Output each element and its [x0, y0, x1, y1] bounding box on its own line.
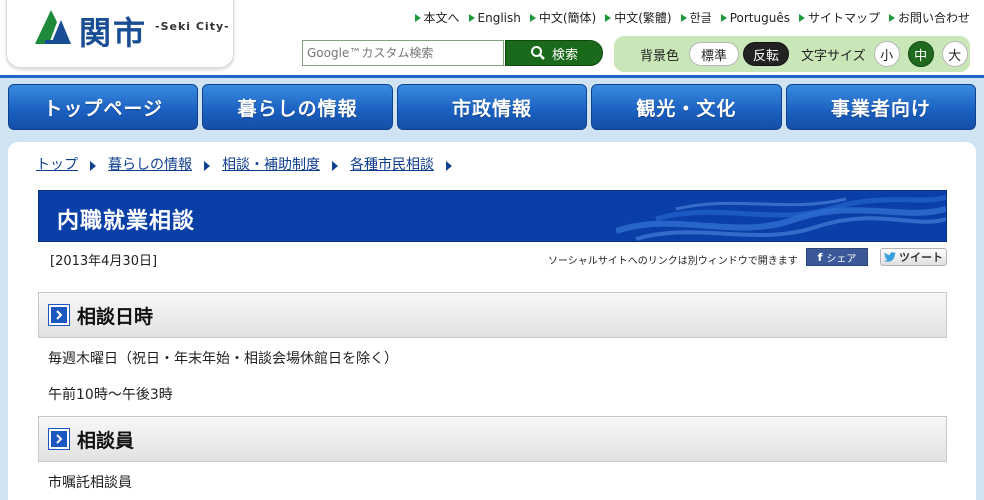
- search-icon: [530, 46, 545, 60]
- text-size-large-button[interactable]: 大: [941, 41, 968, 67]
- search-input[interactable]: [302, 40, 504, 66]
- breadcrumb-top[interactable]: トップ: [36, 154, 78, 174]
- tweet-label: ツイート: [899, 251, 943, 264]
- bg-invert-button[interactable]: 反転: [743, 42, 790, 66]
- nav-living-info[interactable]: 暮らしの情報: [202, 84, 393, 130]
- arrow-icon: [529, 13, 536, 22]
- main-content: トップ 暮らしの情報 相談・補助制度 各種市民相談 内職就業相談 [2013年4…: [8, 142, 976, 500]
- section-title: 相談員: [77, 429, 135, 452]
- breadcrumb: トップ 暮らしの情報 相談・補助制度 各種市民相談: [36, 154, 464, 174]
- bg-standard-button[interactable]: 標準: [689, 42, 740, 66]
- site-logo[interactable]: 関市 -Seki City-: [6, 0, 234, 68]
- arrow-icon: [888, 13, 895, 22]
- link-chinese-simplified[interactable]: 中文(簡体): [529, 9, 596, 26]
- logo-kanji: 関市: [79, 14, 148, 52]
- section-text: 毎週木曜日（祝日・年末年始・相談会場休館日を除く）: [48, 351, 398, 367]
- seki-city-emblem-icon: [35, 10, 71, 44]
- link-sitemap[interactable]: サイトマップ: [798, 9, 880, 26]
- wave-decoration: [616, 194, 946, 241]
- nav-city-admin[interactable]: 市政情報: [396, 84, 588, 130]
- nav-top-page[interactable]: トップページ: [8, 84, 199, 130]
- facebook-share-button[interactable]: f シェア: [806, 248, 868, 266]
- link-skip-to-content[interactable]: 本文へ: [414, 9, 460, 26]
- tweet-button[interactable]: ツイート: [880, 248, 947, 266]
- chevron-right-icon: [48, 304, 70, 326]
- publish-date: [2013年4月30日]: [50, 254, 158, 269]
- arrow-icon: [605, 13, 612, 22]
- share-label: シェア: [826, 253, 857, 265]
- accessibility-bar: 背景色 標準 反転 文字サイズ 小 中 大: [614, 36, 970, 72]
- section-text: 午前10時～午後3時: [48, 387, 173, 403]
- breadcrumb-living-info[interactable]: 暮らしの情報: [108, 154, 192, 174]
- site-header: 関市 -Seki City- 本文へ English 中文(簡体) 中文(繁體)…: [0, 0, 984, 78]
- header-divider: [0, 75, 984, 78]
- section-heading: 相談員: [38, 416, 947, 462]
- twitter-icon: [884, 252, 896, 262]
- page-title-bar: 内職就業相談: [38, 190, 947, 242]
- arrow-icon: [720, 13, 727, 22]
- text-size-medium-button[interactable]: 中: [907, 41, 934, 67]
- breadcrumb-arrow-icon: [90, 161, 96, 171]
- social-link-note: ソーシャルサイトへのリンクは別ウィンドウで開きます: [548, 256, 798, 267]
- section-title: 相談日時: [77, 305, 154, 328]
- link-korean[interactable]: 한글: [680, 9, 712, 26]
- nav-business[interactable]: 事業者向け: [785, 84, 977, 130]
- breadcrumb-consultation[interactable]: 相談・補助制度: [222, 154, 320, 174]
- arrow-icon: [414, 13, 421, 22]
- search-button-label: 検索: [551, 47, 578, 63]
- logo-roman: -Seki City-: [155, 20, 230, 33]
- breadcrumb-arrow-icon: [332, 161, 338, 171]
- global-nav: トップページ 暮らしの情報 市政情報 観光・文化 事業者向け: [8, 84, 977, 130]
- page-title: 内職就業相談: [57, 209, 196, 234]
- arrow-icon: [680, 13, 687, 22]
- chevron-right-icon: [48, 428, 70, 450]
- section-heading: 相談日時: [38, 292, 947, 338]
- section-text: 市嘱託相談員: [48, 475, 132, 491]
- search-button[interactable]: 検索: [505, 40, 603, 66]
- breadcrumb-arrow-icon: [204, 161, 210, 171]
- breadcrumb-arrow-icon: [446, 161, 452, 171]
- facebook-icon: f: [817, 250, 823, 264]
- nav-tourism-culture[interactable]: 観光・文化: [591, 84, 782, 130]
- link-chinese-traditional[interactable]: 中文(繁體): [605, 9, 672, 26]
- bg-color-label: 背景色: [640, 48, 680, 64]
- breadcrumb-citizen-consultation[interactable]: 各種市民相談: [350, 154, 434, 174]
- link-contact[interactable]: お問い合わせ: [888, 9, 970, 26]
- text-size-label: 文字サイズ: [801, 48, 866, 64]
- arrow-icon: [798, 13, 805, 22]
- text-size-small-button[interactable]: 小: [873, 41, 900, 67]
- link-english[interactable]: English: [468, 9, 521, 26]
- link-portuguese[interactable]: Português: [720, 9, 790, 26]
- arrow-icon: [468, 13, 475, 22]
- utility-links: 本文へ English 中文(簡体) 中文(繁體) 한글 Português サ…: [406, 9, 970, 26]
